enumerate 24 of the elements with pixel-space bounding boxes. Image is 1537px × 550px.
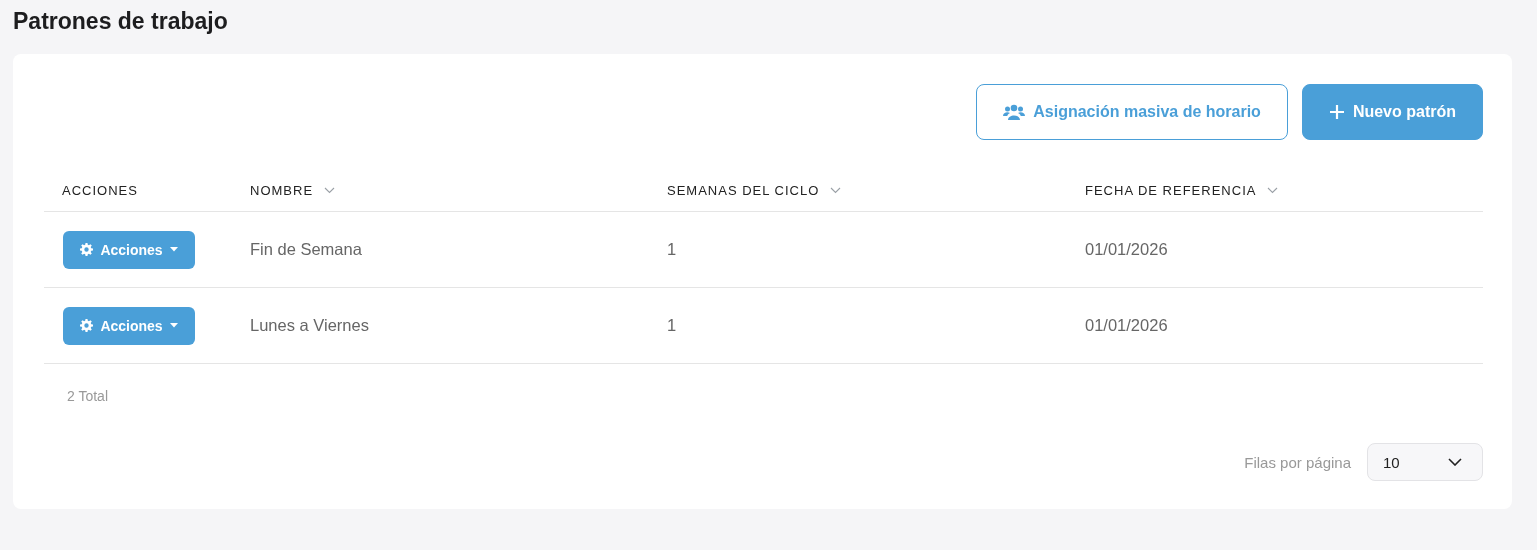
gear-icon — [80, 243, 94, 256]
table-cell: Fin de Semana — [250, 240, 362, 258]
sort-chevron-icon[interactable] — [324, 187, 336, 194]
plus-icon — [1328, 104, 1345, 120]
sort-chevron-icon[interactable] — [830, 187, 842, 194]
page-title: Patrones de trabajo — [13, 7, 229, 36]
caret-icon — [169, 247, 178, 252]
column-header: ACCIONES — [62, 183, 138, 198]
table-cell: 01/01/2026 — [1085, 240, 1168, 258]
gear-icon — [80, 319, 94, 332]
rows-per-page-label: Filas por página — [1244, 453, 1351, 471]
caret-icon — [169, 323, 178, 328]
chevron-down-icon — [1448, 458, 1462, 466]
table-cell: 01/01/2026 — [1085, 316, 1168, 334]
users-icon — [1003, 103, 1026, 121]
table-cell: 1 — [667, 240, 677, 258]
table-cell: 1 — [667, 316, 677, 334]
column-header[interactable]: SEMANAS DEL CICLO — [667, 183, 820, 198]
column-header[interactable]: NOMBRE — [250, 183, 314, 198]
column-header[interactable]: FECHA DE REFERENCIA — [1085, 183, 1257, 198]
sort-chevron-icon[interactable] — [1267, 187, 1279, 194]
table-cell: Lunes a Viernes — [250, 316, 369, 334]
rows-per-page-select[interactable]: 10 — [1367, 443, 1483, 481]
total-count: 2 Total — [67, 388, 109, 404]
